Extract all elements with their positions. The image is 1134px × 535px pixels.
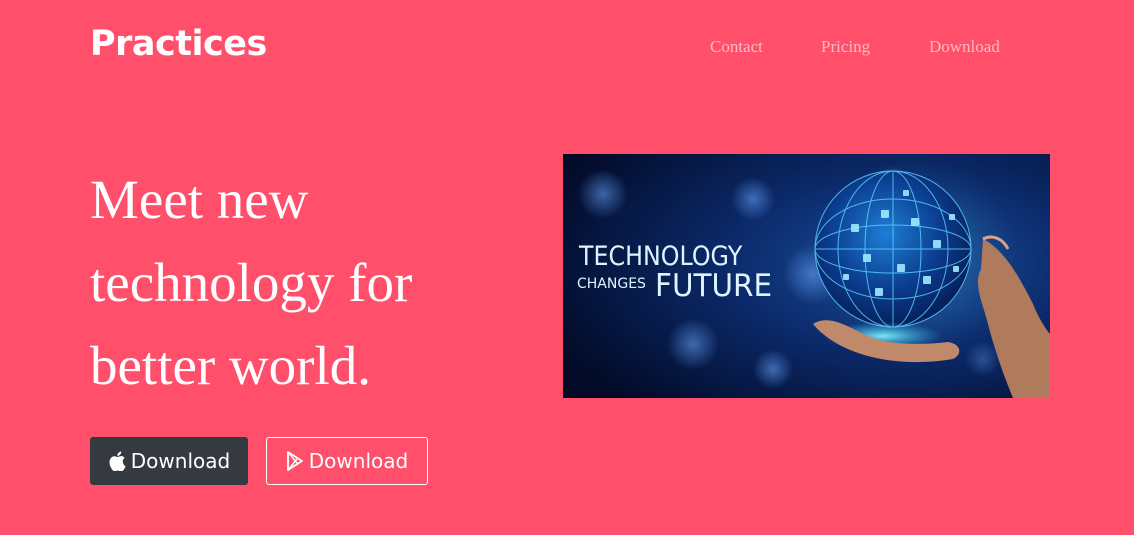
- image-text-changes: CHANGES: [577, 276, 646, 292]
- headline-line-1: Meet new: [90, 169, 309, 230]
- nav-link-pricing[interactable]: Pricing: [821, 37, 870, 57]
- hero-image: TECHNOLOGY CHANGES FUTURE: [563, 154, 1050, 398]
- navbar: Practices Contact Pricing Download: [0, 0, 1134, 95]
- image-text-future: FUTURE: [655, 268, 773, 304]
- headline-line-2: technology for: [90, 252, 413, 313]
- google-play-icon: [286, 451, 304, 471]
- google-play-download-label: Download: [308, 449, 409, 473]
- apple-download-button[interactable]: Download: [90, 437, 248, 485]
- google-play-download-button[interactable]: Download: [266, 437, 428, 485]
- nav-link-contact[interactable]: Contact: [710, 37, 763, 57]
- headline-line-3: better world.: [90, 335, 372, 396]
- brand-logo[interactable]: Practices: [90, 24, 267, 64]
- hero-headline: Meet new technology for better world.: [90, 158, 530, 407]
- apple-download-label: Download: [130, 449, 231, 473]
- apple-icon: [108, 451, 126, 471]
- nav-link-download[interactable]: Download: [929, 37, 1000, 57]
